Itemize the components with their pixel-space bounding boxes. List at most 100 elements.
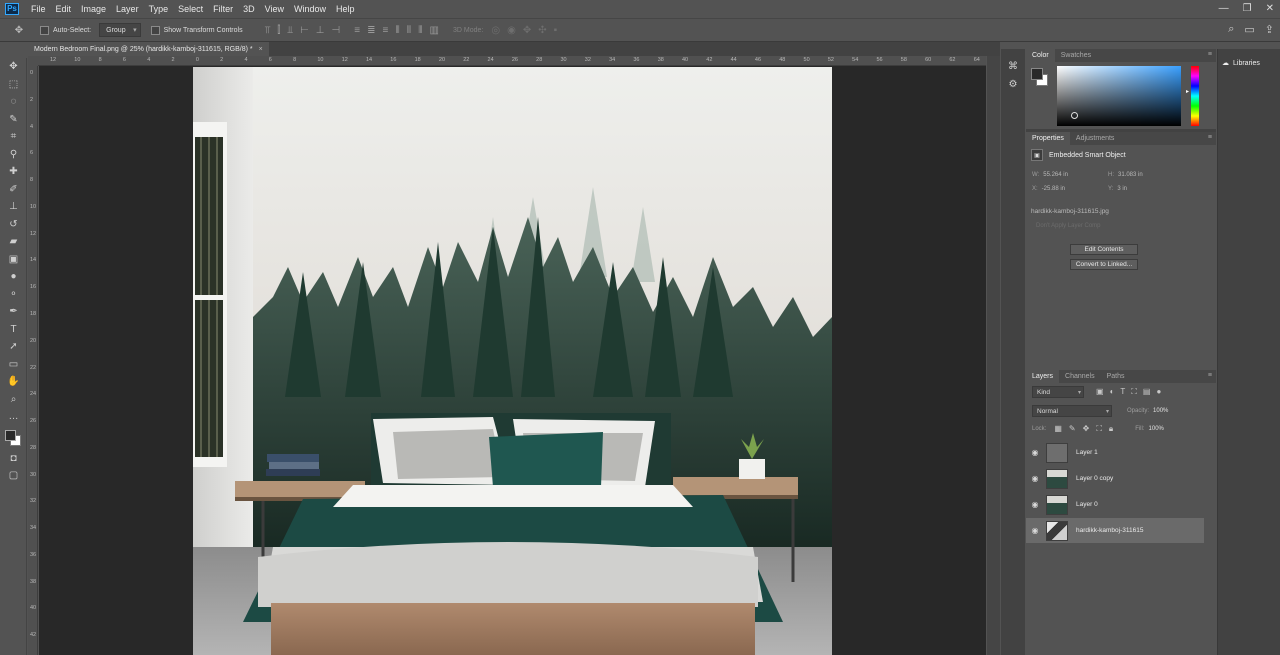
menu-3d[interactable]: 3D [238, 4, 260, 14]
layer-name[interactable]: hardikk-kamboj-311615 [1076, 527, 1143, 534]
layer-row[interactable]: ◉ Layer 0 [1026, 492, 1204, 517]
align-bottom-icon[interactable]: ⫫ [287, 25, 293, 36]
color-swatches[interactable] [0, 426, 26, 450]
opacity-value[interactable]: 100% [1153, 408, 1168, 414]
eyedropper-tool-icon[interactable]: ⚲ [0, 146, 27, 164]
color-panel-foreground-swatch[interactable] [1031, 68, 1043, 80]
height-value[interactable]: 31.083 in [1118, 172, 1143, 178]
hue-slider[interactable] [1191, 66, 1199, 126]
document-tab[interactable]: Modern Bedroom Final.png @ 25% (hardikk-… [28, 42, 269, 56]
show-transform-controls-checkbox[interactable] [150, 25, 160, 35]
properties-panel-menu-icon[interactable]: ≡ [1208, 134, 1212, 141]
menu-edit[interactable]: Edit [51, 4, 77, 14]
menu-file[interactable]: File [26, 4, 51, 14]
minimize-icon[interactable]: — [1219, 3, 1229, 14]
close-tab-icon[interactable]: × [259, 46, 263, 53]
hue-marker-icon[interactable]: ▸ [1186, 88, 1189, 95]
move-tool-icon[interactable]: ✥ [0, 58, 27, 76]
quick-mask-icon[interactable]: ◘ [0, 450, 27, 468]
distribute-bottom-icon[interactable]: ≡ [382, 25, 388, 36]
filter-pixel-icon[interactable]: ▣ [1096, 387, 1104, 397]
x-value[interactable]: -25.88 in [1042, 186, 1065, 192]
3d-slide-icon[interactable]: ✣ [538, 25, 546, 36]
auto-align-icon[interactable]: ▥ [430, 25, 439, 36]
width-value[interactable]: 55.264 in [1043, 172, 1068, 178]
clone-stamp-tool-icon[interactable]: ⊥ [0, 198, 27, 216]
menu-type[interactable]: Type [144, 4, 174, 14]
history-panel-icon[interactable]: ⌘ [1001, 57, 1025, 75]
align-top-icon[interactable]: ⫪ [265, 25, 271, 36]
lock-image-icon[interactable]: ✎ [1069, 424, 1076, 434]
workspace-icon[interactable]: ▭ [1244, 23, 1254, 36]
filter-type-icon[interactable]: T [1120, 387, 1125, 397]
close-window-icon[interactable]: ✕ [1266, 3, 1274, 14]
align-right-icon[interactable]: ⊣ [332, 25, 341, 36]
search-icon[interactable]: ⌕ [1228, 23, 1234, 36]
screen-mode-icon[interactable]: ▢ [0, 467, 27, 485]
brush-tool-icon[interactable]: ✐ [0, 181, 27, 199]
3d-pan-icon[interactable]: ✥ [523, 25, 531, 36]
layer-row[interactable]: ◉ Layer 1 [1026, 440, 1204, 465]
layer-name[interactable]: Layer 1 [1076, 449, 1098, 456]
lock-transparent-icon[interactable]: ▦ [1054, 424, 1062, 434]
path-select-tool-icon[interactable]: ➚ [0, 338, 27, 356]
align-vcenter-icon[interactable]: ⫿ [277, 25, 280, 36]
layer-row[interactable]: ◉ Layer 0 copy [1026, 466, 1204, 491]
3d-orbit-icon[interactable]: ◎ [491, 25, 500, 36]
restore-icon[interactable]: ❐ [1243, 3, 1252, 14]
tab-channels[interactable]: Channels [1059, 370, 1101, 383]
menu-view[interactable]: View [260, 4, 289, 14]
auto-select-checkbox[interactable] [40, 25, 49, 35]
distribute-right-icon[interactable]: ⦀ [418, 25, 422, 36]
layer-comp-dropdown[interactable]: Don't Apply Layer Comp [1036, 223, 1101, 229]
3d-scale-icon[interactable]: ▪ [554, 25, 558, 36]
menu-window[interactable]: Window [289, 4, 331, 14]
move-tool-preset-icon[interactable]: ✥ [12, 23, 26, 37]
document-image[interactable] [193, 67, 832, 655]
distribute-hcenter-icon[interactable]: ⦀ [407, 25, 411, 36]
edit-contents-button[interactable]: Edit Contents [1070, 244, 1138, 255]
share-icon[interactable]: ⇪ [1265, 23, 1274, 36]
hand-tool-icon[interactable]: ✋ [0, 373, 27, 391]
tab-properties[interactable]: Properties [1026, 132, 1070, 145]
lock-artboard-icon[interactable]: ⛶ [1096, 424, 1102, 434]
lock-position-icon[interactable]: ✥ [1083, 424, 1090, 434]
fill-value[interactable]: 100% [1149, 426, 1164, 432]
layer-name[interactable]: Layer 0 [1076, 501, 1098, 508]
visibility-eye-icon[interactable]: ◉ [1026, 474, 1044, 483]
horizontal-ruler[interactable]: 12 10 8 6 4 2 0 2 4 6 8 10 12 14 16 18 20 22 24 26 28 30 32 34 3… [38, 56, 986, 66]
adjustments-panel-icon[interactable]: ⚙ [1001, 75, 1025, 93]
libraries-tab[interactable]: ☁ Libraries [1222, 59, 1260, 68]
distribute-top-icon[interactable]: ≡ [354, 25, 360, 36]
align-hcenter-icon[interactable]: ⊥ [316, 25, 325, 36]
auto-select-target-dropdown[interactable]: Group [99, 23, 141, 37]
lasso-tool-icon[interactable]: ◌ [0, 93, 27, 111]
layer-filter-kind-dropdown[interactable]: Kind [1032, 386, 1084, 398]
lock-all-icon[interactable]: 🔒︎ [1109, 424, 1113, 434]
convert-to-linked-button[interactable]: Convert to Linked... [1070, 259, 1138, 270]
blur-tool-icon[interactable]: ● [0, 268, 27, 286]
distribute-vcenter-icon[interactable]: ≣ [367, 25, 375, 36]
pen-tool-icon[interactable]: ✒ [0, 303, 27, 321]
eraser-tool-icon[interactable]: ▰ [0, 233, 27, 251]
y-value[interactable]: 3 in [1117, 186, 1127, 192]
visibility-eye-icon[interactable]: ◉ [1026, 448, 1044, 457]
filter-toggle-icon[interactable]: ● [1156, 387, 1161, 397]
align-left-icon[interactable]: ⊢ [300, 25, 309, 36]
more-tools-icon[interactable]: … [0, 408, 27, 426]
zoom-tool-icon[interactable]: ⌕ [0, 391, 27, 409]
tab-paths[interactable]: Paths [1101, 370, 1131, 383]
menu-help[interactable]: Help [331, 4, 360, 14]
foreground-color-swatch[interactable] [5, 429, 16, 441]
tab-layers[interactable]: Layers [1026, 370, 1060, 383]
filter-smart-object-icon[interactable]: ▤ [1143, 387, 1151, 397]
layer-name[interactable]: Layer 0 copy [1076, 475, 1113, 482]
menu-select[interactable]: Select [173, 4, 208, 14]
menu-layer[interactable]: Layer [111, 4, 144, 14]
shape-tool-icon[interactable]: ▭ [0, 356, 27, 374]
tab-color[interactable]: Color [1026, 49, 1055, 62]
visibility-eye-icon[interactable]: ◉ [1026, 500, 1044, 509]
healing-brush-tool-icon[interactable]: ✚ [0, 163, 27, 181]
dodge-tool-icon[interactable]: ⚬ [0, 286, 27, 304]
tab-adjustments[interactable]: Adjustments [1070, 132, 1121, 145]
